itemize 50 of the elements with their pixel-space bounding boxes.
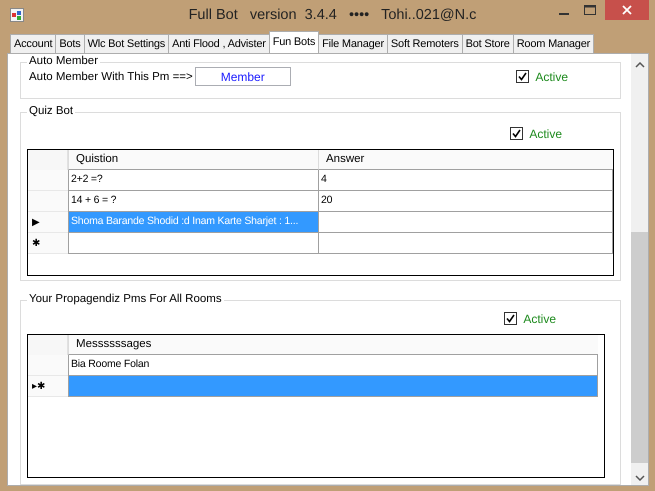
tab[interactable]: Wlc Bot Settings xyxy=(84,34,170,53)
checkbox-label: Active xyxy=(535,70,568,84)
field-label: Auto Member With This Pm ==> xyxy=(29,70,193,82)
scroll-up-icon xyxy=(634,62,644,68)
tab[interactable]: Soft Remoters xyxy=(386,34,463,53)
column-header[interactable]: Messssssages xyxy=(68,334,598,355)
maximize-icon xyxy=(584,5,596,15)
row-header[interactable]: ▸✱ xyxy=(28,376,68,397)
table-cell[interactable] xyxy=(68,376,598,397)
tab[interactable]: Bot Store xyxy=(462,34,514,53)
member-input-field[interactable]: Member xyxy=(194,67,291,86)
window-title: Full Bot version 3.4.4 •••• Tohi..021@N.c xyxy=(188,7,478,23)
table-cell[interactable]: 2+2 =? xyxy=(68,170,318,191)
active-checkbox[interactable] xyxy=(504,312,518,326)
column-header[interactable]: Quistion xyxy=(68,150,318,170)
table-cell[interactable] xyxy=(318,232,613,254)
table-cell[interactable]: Bia Roome Folan xyxy=(68,354,598,376)
table-cell[interactable]: 4 xyxy=(318,170,613,191)
tab[interactable]: File Manager xyxy=(318,34,388,53)
checkmark-icon xyxy=(506,314,516,324)
scrollbar-thumb[interactable] xyxy=(631,232,648,463)
checkmark-icon xyxy=(512,129,522,138)
checkmark-icon xyxy=(518,72,528,81)
close-button[interactable] xyxy=(605,0,649,20)
checkbox-label: Active xyxy=(529,126,562,141)
tab[interactable]: Room Manager xyxy=(512,34,594,53)
table-cell[interactable] xyxy=(318,212,613,233)
group-title: Quiz Bot xyxy=(27,104,76,117)
app-icon xyxy=(10,8,24,22)
scroll-down-icon xyxy=(634,475,644,481)
checkbox-label: Active xyxy=(523,312,556,326)
table-cell[interactable]: 20 xyxy=(318,190,613,212)
tab[interactable]: Fun Bots xyxy=(268,31,320,53)
corner-header xyxy=(28,150,68,170)
minimize-icon xyxy=(559,13,569,15)
active-checkbox[interactable] xyxy=(510,127,524,140)
scrollbar[interactable] xyxy=(631,54,648,485)
tab[interactable]: Anti Flood , Advister xyxy=(168,34,270,53)
active-checkbox[interactable] xyxy=(516,70,530,83)
column-header[interactable]: Answer xyxy=(318,150,613,170)
corner-header xyxy=(28,334,68,355)
tab[interactable]: Bots xyxy=(55,34,85,53)
group-title: Auto Member xyxy=(27,55,100,67)
table-cell[interactable]: 14 + 6 = ? xyxy=(68,190,318,212)
group-title: Your Propagendiz Pms For All Rooms xyxy=(27,292,224,305)
row-header[interactable]: ▶ xyxy=(28,212,68,233)
tab[interactable]: Account xyxy=(10,34,56,53)
table-cell[interactable] xyxy=(68,232,318,254)
close-icon xyxy=(622,5,632,15)
row-header[interactable]: ✱ xyxy=(28,232,68,254)
